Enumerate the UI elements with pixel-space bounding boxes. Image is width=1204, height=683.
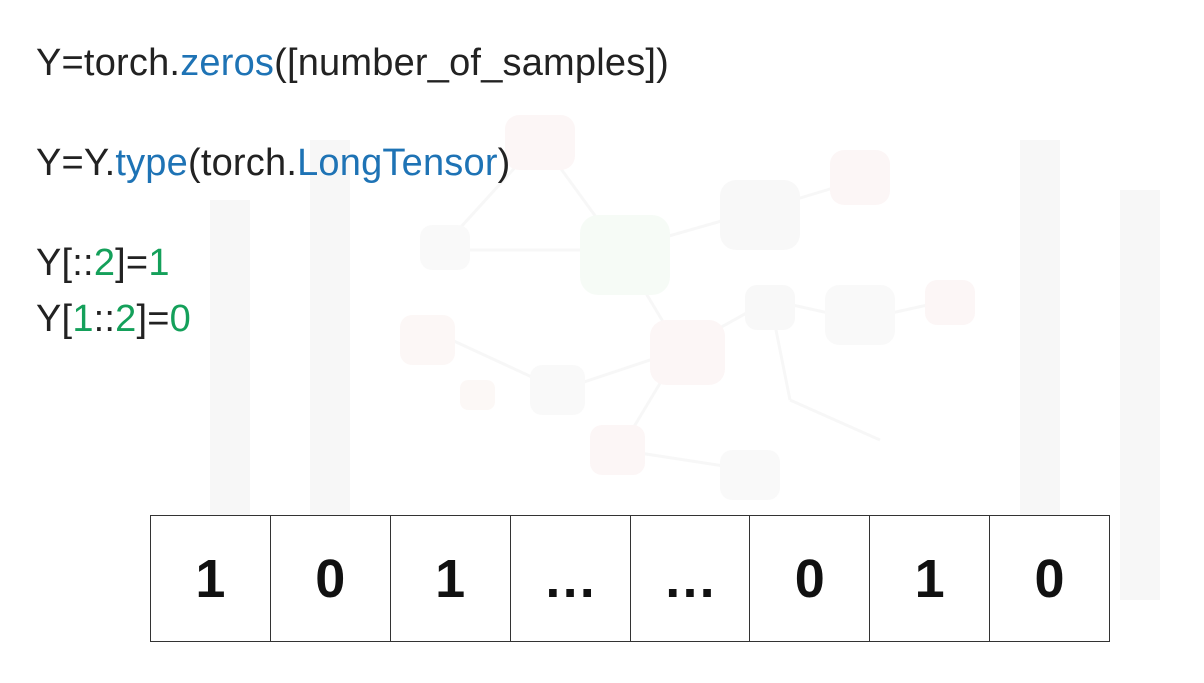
tensor-cell: 0 xyxy=(750,516,871,641)
code-number: 0 xyxy=(169,298,192,340)
code-token: Y=Y. xyxy=(36,142,116,184)
code-token: ([number_of_samples]) xyxy=(274,42,670,84)
code-token: Y=torch. xyxy=(36,42,181,84)
tensor-cell-ellipsis: … xyxy=(511,516,631,641)
code-line-type-cast: Y=Y.type(torch.LongTensor) xyxy=(36,144,511,182)
tensor-cell: 0 xyxy=(1034,548,1065,609)
tensor-array: 1 0 1 … … 0 1 0 xyxy=(150,515,1110,642)
code-line-odd-assign: Y[1::2]=0 xyxy=(36,300,191,338)
tensor-cell: 1 xyxy=(151,516,271,641)
tensor-cell: 1 xyxy=(870,516,991,641)
code-number: 1 xyxy=(148,242,170,284)
code-keyword: LongTensor xyxy=(297,142,498,184)
code-token: Y[:: xyxy=(36,242,94,284)
tensor-cell: 0 xyxy=(271,516,391,641)
code-keyword: zeros xyxy=(180,42,275,84)
tensor-cell-ellipsis: … xyxy=(631,516,751,641)
slide: Y=torch.zeros([number_of_samples]) Y=Y.t… xyxy=(0,0,1204,683)
code-token: Y[ xyxy=(36,298,73,340)
code-token: ]= xyxy=(115,242,149,284)
code-token: ) xyxy=(497,142,511,184)
tensor-cell: 1 xyxy=(391,516,511,641)
code-number: 2 xyxy=(115,298,137,340)
code-token: :: xyxy=(93,298,116,340)
code-keyword: type xyxy=(115,142,188,184)
code-token: (torch. xyxy=(187,142,298,184)
code-number: 2 xyxy=(93,242,116,284)
code-number: 1 xyxy=(72,298,94,340)
code-token: ]= xyxy=(136,298,170,340)
code-line-zeros: Y=torch.zeros([number_of_samples]) xyxy=(36,44,669,82)
code-line-even-assign: Y[::2]=1 xyxy=(36,244,170,282)
